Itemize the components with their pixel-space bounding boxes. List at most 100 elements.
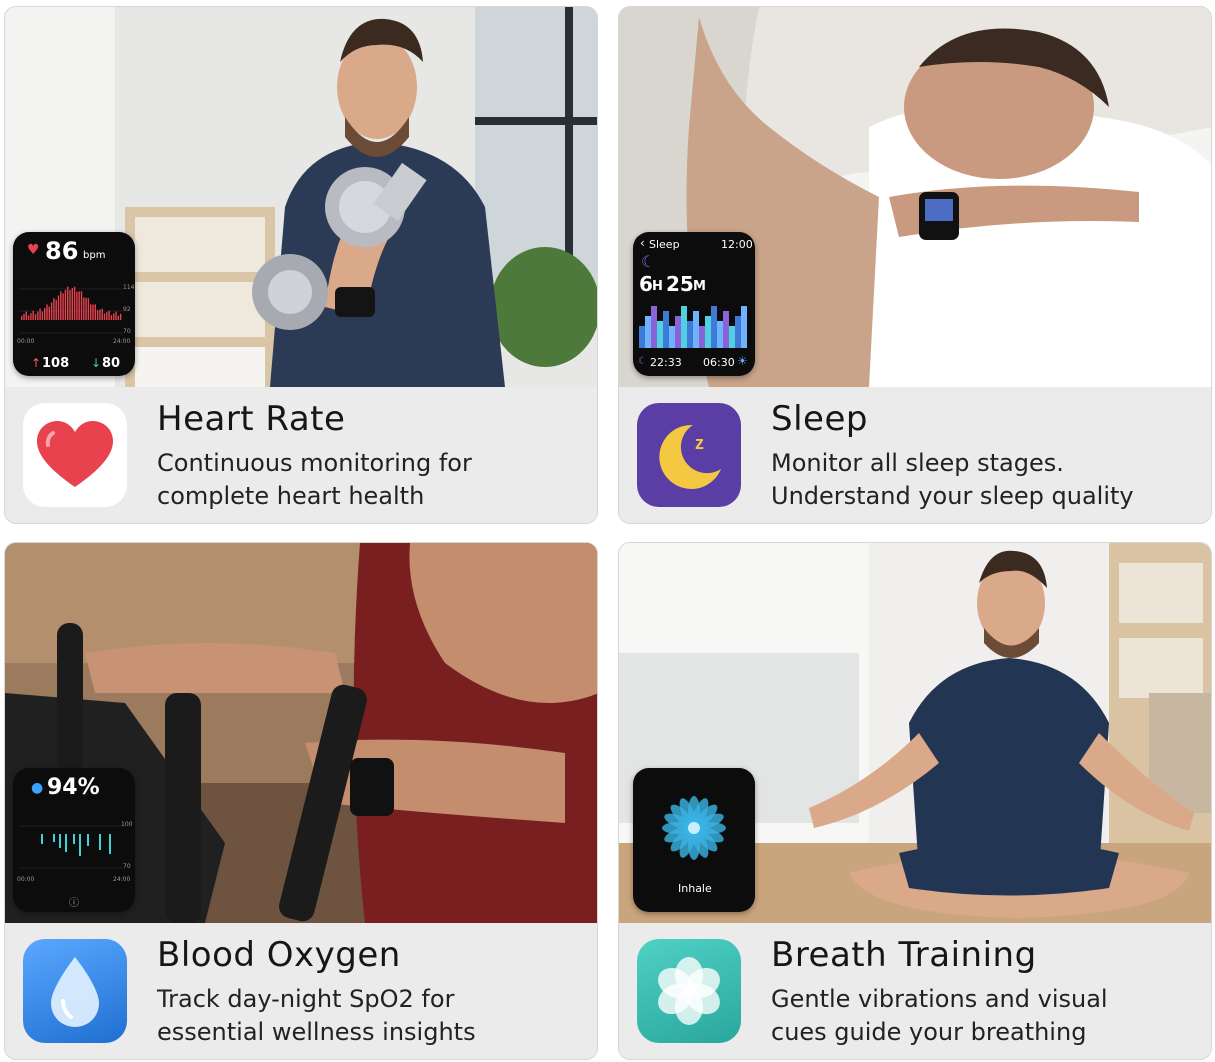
heart-rate-chart [19,286,123,334]
time-end: 24:00 [113,876,131,883]
heart-rate-bar [83,297,85,320]
heart-rate-bar [67,286,69,320]
card-title: Sleep [771,399,868,439]
heart-rate-bar [87,298,90,320]
sleep-stage-bar [681,306,687,348]
spo2-bars [41,834,111,856]
time-start: 00:00 [17,876,35,883]
description-line: essential wellness insights [157,1018,476,1046]
heart-rate-bar [80,291,83,320]
heart-rate-bar [37,311,39,320]
description-line: Understand your sleep quality [771,482,1134,510]
heart-rate-bar [27,315,30,320]
card-description: Continuous monitoring for complete heart… [157,447,587,513]
heart-rate-bar [44,308,46,320]
info-icon: ⓘ [69,898,79,909]
scale-low: 70 [123,863,131,870]
heart-rate-bars [21,286,122,320]
heart-rate-bar [113,313,115,320]
description-line: Continuous monitoring for [157,449,472,477]
heart-rate-bar [106,312,108,320]
heart-rate-bar [32,310,34,320]
heart-rate-bar [90,304,92,320]
bedtime-icon: ☾ [638,356,647,367]
blood-oxygen-watch-screen: ● 94% 100 70 00:00 24:00 ⓘ [13,768,135,912]
sleep-stage-bar [657,321,663,348]
description-line: cues guide your breathing [771,1018,1087,1046]
moon-icon: z [659,424,721,489]
heart-app-icon [23,403,127,507]
sleep-stage-bar [741,306,747,348]
heart-icon [37,421,113,487]
heart-rate-bar [53,298,55,320]
sleep-stage-bar [663,311,669,348]
breath-phase-label: Inhale [678,882,712,895]
time-start: 00:00 [17,338,35,345]
heart-rate-bar [94,304,96,320]
spo2-bar [79,834,81,856]
svg-text:z: z [695,433,704,453]
sleep-stage-bars [639,306,747,348]
card-title: Blood Oxygen [157,935,401,975]
spo2-chart [19,825,123,869]
heart-rate-bar [46,304,48,320]
spo2-bar [41,834,43,844]
heart-rate-bar [73,286,76,320]
heart-rate-bar [103,313,106,320]
heart-rate-bar [23,313,25,320]
heart-rate-bar [78,291,80,320]
arrow-up-icon: ↑ [31,356,42,370]
heart-rate-bar [69,290,71,320]
sleep-stage-bar [651,306,657,348]
spo2-bar [87,834,89,846]
blood-oxygen-photo: ● 94% 100 70 00:00 24:00 ⓘ [5,543,597,923]
scale-top: 114 [123,284,135,291]
heart-rate-bar [92,304,94,320]
heart-rate-max: 108 [42,356,70,371]
sleep-info: z Sleep Monitor all sleep stages. Unders… [619,387,1211,523]
heart-rate-bar [62,293,64,320]
heart-rate-bar [55,299,57,320]
heart-rate-bar [34,314,37,320]
sun-icon: ☀ [737,354,748,368]
sleep-stage-bar [723,311,729,348]
sleep-bedtime: 22:33 [650,356,682,369]
spo2-bar [65,834,67,852]
card-description: Monitor all sleep stages. Understand you… [771,447,1201,513]
heart-rate-bar [85,297,87,320]
heart-rate-bar [64,289,67,320]
sleep-stage-bar [705,316,711,348]
sleep-stage-bar [669,326,675,348]
breath-app-icon [637,939,741,1043]
sleep-waketime: 06:30 [703,356,735,369]
description-line: complete heart health [157,482,425,510]
heart-rate-bar [101,308,103,320]
heart-rate-bar [110,315,113,320]
breath-training-info: Breath Training Gentle vibrations and vi… [619,923,1211,1059]
heart-rate-bar [25,311,27,320]
flower-icon [658,957,720,1025]
card-description: Gentle vibrations and visual cues guide … [771,983,1201,1049]
blood-oxygen-card: ● 94% 100 70 00:00 24:00 ⓘ Blood Oxygen … [4,542,598,1060]
spo2-bar [53,834,55,842]
spo2-bar [73,834,75,844]
heart-rate-bar [21,315,23,320]
sleep-stage-bar [711,306,717,348]
blood-oxygen-app-icon [23,939,127,1043]
heart-rate-bar [96,310,99,320]
heart-rate-bar [76,291,78,320]
spo2-bar [99,834,101,850]
breath-training-photo: Inhale [619,543,1211,923]
arrow-down-icon: ↓ [91,356,102,370]
sleep-stage-bar [645,316,651,348]
water-drop-icon [51,957,99,1027]
blood-oxygen-info: Blood Oxygen Track day-night SpO2 for es… [5,923,597,1059]
scale-low: 70 [123,328,131,335]
heart-rate-bar [39,308,41,320]
heart-rate-bar [71,288,73,320]
heart-rate-bar [108,310,110,320]
card-title: Breath Training [771,935,1037,975]
scale-top: 100 [121,821,133,828]
heart-rate-bar [115,311,117,320]
sleep-card: ‹ Sleep 12:00 ☾ 6 H 25 M ☾ 22:33 06:30 ☀… [618,6,1212,524]
